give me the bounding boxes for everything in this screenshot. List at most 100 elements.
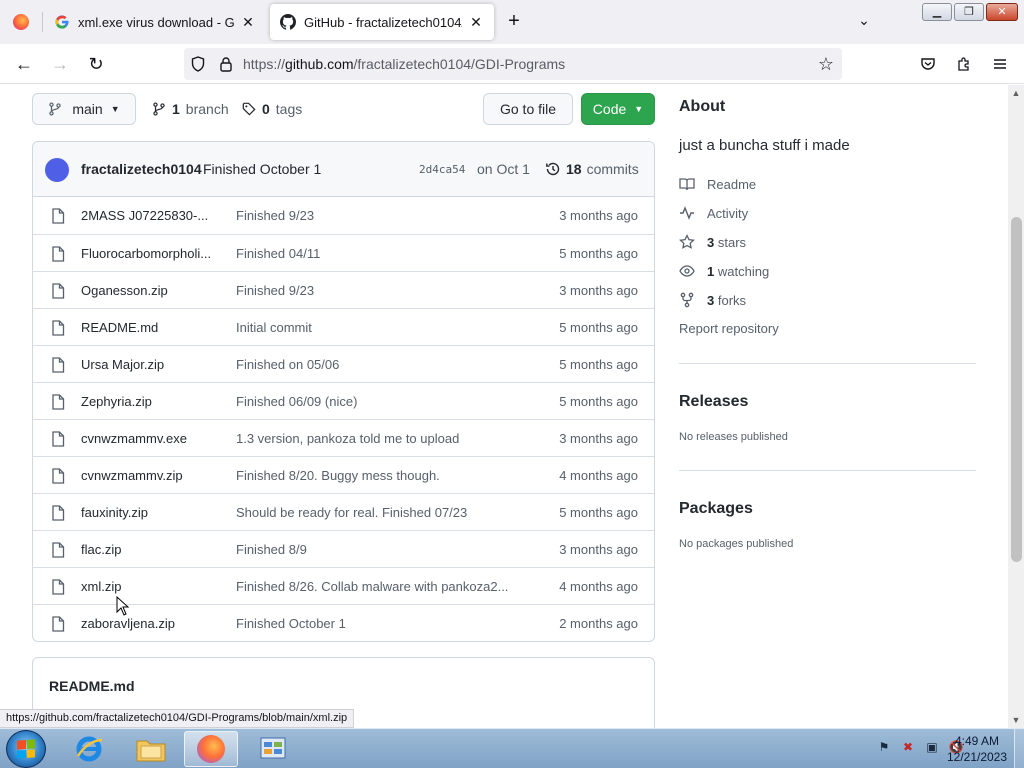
readme-link[interactable]: Readme <box>679 176 756 192</box>
go-to-file-button[interactable]: Go to file <box>483 93 573 125</box>
file-name-link[interactable]: Oganesson.zip <box>81 283 221 298</box>
file-commit-age: 3 months ago <box>559 542 638 557</box>
report-repository-link[interactable]: Report repository <box>679 321 779 336</box>
avatar[interactable] <box>45 158 69 182</box>
branches-link[interactable]: 1 branch <box>152 101 229 117</box>
file-explorer-icon[interactable] <box>124 731 178 767</box>
watchers-link[interactable]: 1 watching <box>679 263 769 279</box>
packages-heading-link[interactable]: Packages <box>679 500 753 518</box>
file-commit-message-link[interactable]: Initial commit <box>236 320 536 335</box>
file-row[interactable]: Zephyria.zip Finished 06/09 (nice) 5 mon… <box>33 382 654 419</box>
github-icon <box>280 14 296 30</box>
tab-github[interactable]: GitHub - fractalizetech0104/GDI-Programs… <box>270 4 494 40</box>
error-icon[interactable]: ✖ <box>900 739 916 755</box>
file-browser: fractalizetech0104 Finished October 1 2d… <box>32 141 655 642</box>
pocket-icon[interactable] <box>916 52 940 76</box>
url-bar[interactable]: https://github.com/fractalizetech0104/GD… <box>184 48 842 80</box>
scroll-down-arrow-icon[interactable]: ▼ <box>1008 712 1024 728</box>
file-commit-message-link[interactable]: Finished October 1 <box>236 616 536 631</box>
file-row[interactable]: README.md Initial commit 5 months ago <box>33 308 654 345</box>
show-desktop-button[interactable] <box>1014 729 1024 768</box>
file-commit-message-link[interactable]: Finished 04/11 <box>236 246 536 261</box>
page-scrollbar[interactable]: ▲ ▼ <box>1008 85 1024 728</box>
restore-button[interactable]: ❐ <box>954 3 984 21</box>
commit-sha-link[interactable]: 2d4ca54 <box>419 163 465 176</box>
file-icon <box>52 579 65 595</box>
releases-heading-link[interactable]: Releases <box>679 393 748 411</box>
file-name-link[interactable]: flac.zip <box>81 542 221 557</box>
scroll-up-arrow-icon[interactable]: ▲ <box>1008 85 1024 101</box>
file-row[interactable]: fauxinity.zip Should be ready for real. … <box>33 493 654 530</box>
stars-link[interactable]: 3 stars <box>679 234 746 250</box>
file-name-link[interactable]: cvnwzmammv.exe <box>81 431 221 446</box>
firefox-taskbar-button[interactable] <box>184 731 238 767</box>
file-name-link[interactable]: 2MASS J07225830-... <box>81 208 221 223</box>
list-all-tabs-chevron-icon[interactable]: ⌄ <box>852 12 876 32</box>
file-name-link[interactable]: Fluorocarbomorpholi... <box>81 246 221 261</box>
file-commit-message-link[interactable]: Finished on 05/06 <box>236 357 536 372</box>
url-text[interactable]: https://github.com/fractalizetech0104/GD… <box>243 56 565 72</box>
firefox-view-button[interactable] <box>0 0 42 44</box>
file-row[interactable]: Oganesson.zip Finished 9/23 3 months ago <box>33 271 654 308</box>
bookmark-star-icon[interactable]: ☆ <box>816 54 836 74</box>
commit-message-link[interactable]: Finished October 1 <box>203 161 321 177</box>
history-clock-icon <box>546 162 560 176</box>
code-button[interactable]: Code ▼ <box>581 93 655 125</box>
control-panel-icon[interactable] <box>246 731 300 767</box>
file-name-link[interactable]: Ursa Major.zip <box>81 357 221 372</box>
file-name-link[interactable]: fauxinity.zip <box>81 505 221 520</box>
file-commit-age: 5 months ago <box>559 246 638 261</box>
file-row[interactable]: cvnwzmammv.exe 1.3 version, pankoza told… <box>33 419 654 456</box>
file-commit-message-link[interactable]: Should be ready for real. Finished 07/23 <box>236 505 536 520</box>
extensions-puzzle-icon[interactable] <box>952 52 976 76</box>
file-commit-message-link[interactable]: 1.3 version, pankoza told me to upload <box>236 431 536 446</box>
file-row[interactable]: flac.zip Finished 8/9 3 months ago <box>33 530 654 567</box>
readme-title-link[interactable]: README.md <box>49 678 135 694</box>
system-clock[interactable]: 4:49 AM 12/21/2023 <box>942 733 1012 765</box>
close-tab-icon[interactable]: ✕ <box>468 14 484 30</box>
file-commit-message-link[interactable]: Finished 06/09 (nice) <box>236 394 536 409</box>
file-commit-message-link[interactable]: Finished 8/26. Collab malware with panko… <box>236 579 536 594</box>
file-row[interactable]: 2MASS J07225830-... Finished 9/23 3 mont… <box>33 197 654 234</box>
repo-forked-icon <box>679 292 695 308</box>
file-row[interactable]: cvnwzmammv.zip Finished 8/20. Buggy mess… <box>33 456 654 493</box>
reload-icon[interactable]: ↻ <box>84 52 108 76</box>
forward-arrow-icon[interactable]: → <box>48 52 72 76</box>
new-tab-button[interactable]: + <box>502 10 526 34</box>
file-name-link[interactable]: zaboravljena.zip <box>81 616 221 631</box>
firefox-icon <box>197 735 225 763</box>
file-name-link[interactable]: Zephyria.zip <box>81 394 221 409</box>
file-commit-message-link[interactable]: Finished 9/23 <box>236 208 536 223</box>
forks-link[interactable]: 3 forks <box>679 292 746 308</box>
file-name-link[interactable]: cvnwzmammv.zip <box>81 468 221 483</box>
scrollbar-thumb[interactable] <box>1011 217 1022 562</box>
minimize-button[interactable]: ▁ <box>922 3 952 21</box>
browser-tab-bar: xml.exe virus download - Google ✕ GitHub… <box>0 0 1024 44</box>
file-name-link[interactable]: xml.zip <box>81 579 221 594</box>
file-row[interactable]: Ursa Major.zip Finished on 05/06 5 month… <box>33 345 654 382</box>
network-icon[interactable]: ▣ <box>924 739 940 755</box>
activity-link[interactable]: Activity <box>679 205 748 221</box>
start-button[interactable] <box>6 730 46 768</box>
file-commit-message-link[interactable]: Finished 8/20. Buggy mess though. <box>236 468 536 483</box>
file-commit-message-link[interactable]: Finished 8/9 <box>236 542 536 557</box>
back-arrow-icon[interactable]: ← <box>12 52 36 76</box>
file-row[interactable]: Fluorocarbomorpholi... Finished 04/11 5 … <box>33 234 654 271</box>
branch-selector-button[interactable]: main ▼ <box>32 93 136 125</box>
commits-history-link[interactable]: 18 commits <box>545 161 639 177</box>
internet-explorer-icon[interactable] <box>62 731 116 767</box>
close-window-button[interactable]: ✕ <box>986 3 1018 21</box>
watching-count: 1 <box>707 263 715 279</box>
file-commit-message-link[interactable]: Finished 9/23 <box>236 283 536 298</box>
tab-google-search[interactable]: xml.exe virus download - Google ✕ <box>44 4 266 40</box>
lock-icon[interactable] <box>218 56 234 72</box>
file-icon <box>52 283 65 299</box>
action-center-flag-icon[interactable]: ⚑ <box>876 739 892 755</box>
commit-author-link[interactable]: fractalizetech0104 <box>81 161 202 177</box>
branch-count: 1 <box>172 101 180 117</box>
tracking-protection-shield-icon[interactable] <box>190 56 206 72</box>
hamburger-menu-icon[interactable] <box>988 52 1012 76</box>
file-name-link[interactable]: README.md <box>81 320 221 335</box>
close-tab-icon[interactable]: ✕ <box>240 14 256 30</box>
tags-link[interactable]: 0 tags <box>242 101 302 117</box>
